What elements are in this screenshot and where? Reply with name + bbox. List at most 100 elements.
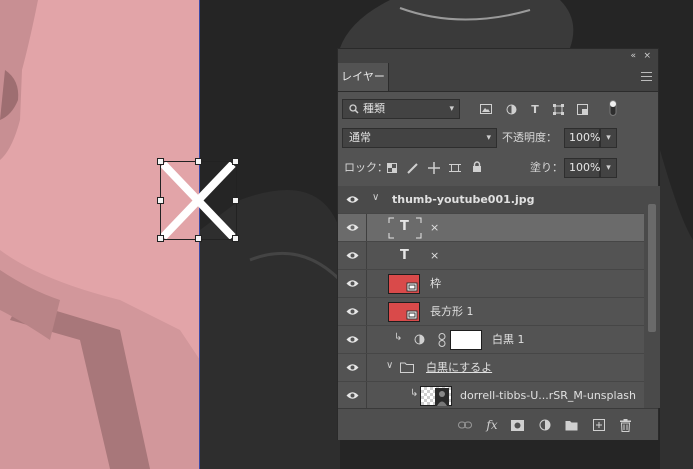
new-layer-icon[interactable] <box>592 418 606 432</box>
layer-row-group[interactable]: ∨ thumb-youtube001.jpg <box>338 186 644 214</box>
filter-toggle-icon[interactable] <box>608 100 618 116</box>
transform-handle-top[interactable] <box>195 158 202 165</box>
blend-mode-value: 通常 <box>349 131 371 144</box>
visibility-eye-icon[interactable] <box>346 362 359 373</box>
layer-row-folder[interactable]: ∨ 白黒にするよ <box>338 354 644 382</box>
lock-image-pixels-icon[interactable] <box>407 162 419 174</box>
type-filter-icon[interactable]: T <box>529 103 541 116</box>
row-divider <box>366 326 367 353</box>
transform-handle-top-left[interactable] <box>157 158 164 165</box>
clipping-arrow-icon: ↳ <box>410 388 419 399</box>
visibility-eye-icon[interactable] <box>346 278 359 289</box>
panel-menu-icon[interactable] <box>641 72 652 81</box>
filter-kind-select[interactable]: 種類 ▾ <box>342 99 460 119</box>
shape-layer-badge-icon <box>406 310 418 320</box>
lock-transparent-pixels-icon[interactable] <box>386 162 398 174</box>
filter-row: 種類 ▾ T <box>338 98 658 120</box>
layer-name: × <box>430 221 440 234</box>
transform-handle-bottom-right[interactable] <box>232 235 239 242</box>
layer-name: × <box>430 249 440 262</box>
row-divider <box>366 214 367 241</box>
layers-panel: « × レイヤー 種類 ▾ T 通常 ▾ 不透明度： 100% ▾ ロック： 塗… <box>337 48 660 440</box>
photo-thumbnail-figure <box>435 388 449 406</box>
transform-bounding-box[interactable] <box>157 158 239 242</box>
layers-list: ∨ thumb-youtube001.jpg T × T × 枠 長方形 1 ↳… <box>338 186 644 408</box>
lock-row: ロック： 塗り： 100% ▾ <box>338 157 658 179</box>
layer-row-text[interactable]: T × <box>338 242 644 270</box>
blend-mode-select[interactable]: 通常 ▾ <box>342 128 497 148</box>
fill-input[interactable]: 100% <box>564 158 600 178</box>
fill-dropdown[interactable]: ▾ <box>600 158 617 178</box>
layer-row-shape-frame[interactable]: 枠 <box>338 270 644 298</box>
visibility-eye-icon[interactable] <box>346 390 359 401</box>
close-panel-icon[interactable]: × <box>643 49 651 63</box>
adjustment-layer-icon[interactable] <box>538 418 552 432</box>
adjustment-layer-icon <box>414 334 425 345</box>
scrollbar-thumb[interactable] <box>648 204 656 332</box>
panel-tab-bar: レイヤー <box>338 63 658 92</box>
layer-row-text-active[interactable]: T × <box>338 214 644 242</box>
shape-layer-thumbnail <box>388 302 420 322</box>
visibility-eye-icon[interactable] <box>346 334 359 345</box>
filter-kind-label: 種類 <box>363 102 385 115</box>
smart-object-thumbnail <box>420 386 452 406</box>
transform-handle-right[interactable] <box>232 197 239 204</box>
layer-row-shape-rectangle[interactable]: 長方形 1 <box>338 298 644 326</box>
chevron-down-icon: ▾ <box>486 133 491 143</box>
fill-label: 塗り： <box>530 161 563 174</box>
visibility-eye-icon[interactable] <box>346 306 359 317</box>
row-divider <box>366 242 367 269</box>
link-icon[interactable] <box>458 418 472 432</box>
shape-filter-icon[interactable] <box>552 103 564 115</box>
layer-row-adjustment[interactable]: ↳ 白黒 1 <box>338 326 644 354</box>
blend-row: 通常 ▾ 不透明度： 100% ▾ <box>338 127 658 149</box>
shape-layer-thumbnail <box>388 274 420 294</box>
folder-icon <box>400 362 414 373</box>
visibility-eye-icon[interactable] <box>346 222 359 233</box>
transform-handle-bottom-left[interactable] <box>157 235 164 242</box>
fx-icon[interactable]: fx <box>485 418 499 432</box>
search-icon <box>349 104 359 114</box>
row-divider <box>366 382 367 408</box>
chevron-down-icon[interactable]: ∨ <box>372 192 379 203</box>
layer-row-smart-object[interactable]: ↳ dorrell-tibbs-U...rSR_M-unsplash <box>338 382 644 408</box>
new-group-icon[interactable] <box>564 418 578 432</box>
panel-titlebar[interactable]: « × <box>338 49 658 63</box>
lock-label: ロック： <box>344 161 388 174</box>
clipping-arrow-icon: ↳ <box>394 332 403 343</box>
chain-link-icon <box>438 333 446 347</box>
text-layer-icon: T <box>400 248 409 263</box>
smart-object-filter-icon[interactable] <box>576 103 588 115</box>
visibility-eye-icon[interactable] <box>346 194 359 205</box>
row-divider <box>366 270 367 297</box>
transform-handle-left[interactable] <box>157 197 164 204</box>
layer-name: dorrell-tibbs-U...rSR_M-unsplash <box>460 389 637 402</box>
layer-name: 白黒にするよ <box>426 361 493 374</box>
adjustment-filter-icon[interactable] <box>505 103 517 115</box>
text-layer-thumbnail-icon: T <box>388 217 422 239</box>
lock-position-icon[interactable] <box>428 162 440 174</box>
layer-mask-thumbnail <box>450 330 482 350</box>
opacity-label: 不透明度： <box>502 131 557 144</box>
tab-layers[interactable]: レイヤー <box>338 63 389 91</box>
lock-artboard-icon[interactable] <box>449 162 461 174</box>
layer-name: thumb-youtube001.jpg <box>392 193 535 206</box>
transform-handle-top-right[interactable] <box>232 158 239 165</box>
layers-scrollbar[interactable] <box>644 186 660 408</box>
mask-icon[interactable] <box>510 418 524 432</box>
collapse-panel-icon[interactable]: « <box>630 49 636 63</box>
row-divider <box>366 298 367 325</box>
panel-footer: fx <box>338 408 658 440</box>
pixel-filter-icon[interactable] <box>480 103 492 115</box>
layer-name: 枠 <box>430 277 441 290</box>
opacity-dropdown[interactable]: ▾ <box>600 128 617 148</box>
chevron-down-icon[interactable]: ∨ <box>386 360 393 371</box>
opacity-input[interactable]: 100% <box>564 128 600 148</box>
visibility-eye-icon[interactable] <box>346 250 359 261</box>
delete-icon[interactable] <box>618 418 632 432</box>
shape-layer-badge-icon <box>406 282 418 292</box>
transform-handle-bottom[interactable] <box>195 235 202 242</box>
lock-all-icon[interactable] <box>471 161 483 173</box>
chevron-down-icon: ▾ <box>449 104 454 114</box>
layer-name: 長方形 1 <box>430 305 474 318</box>
